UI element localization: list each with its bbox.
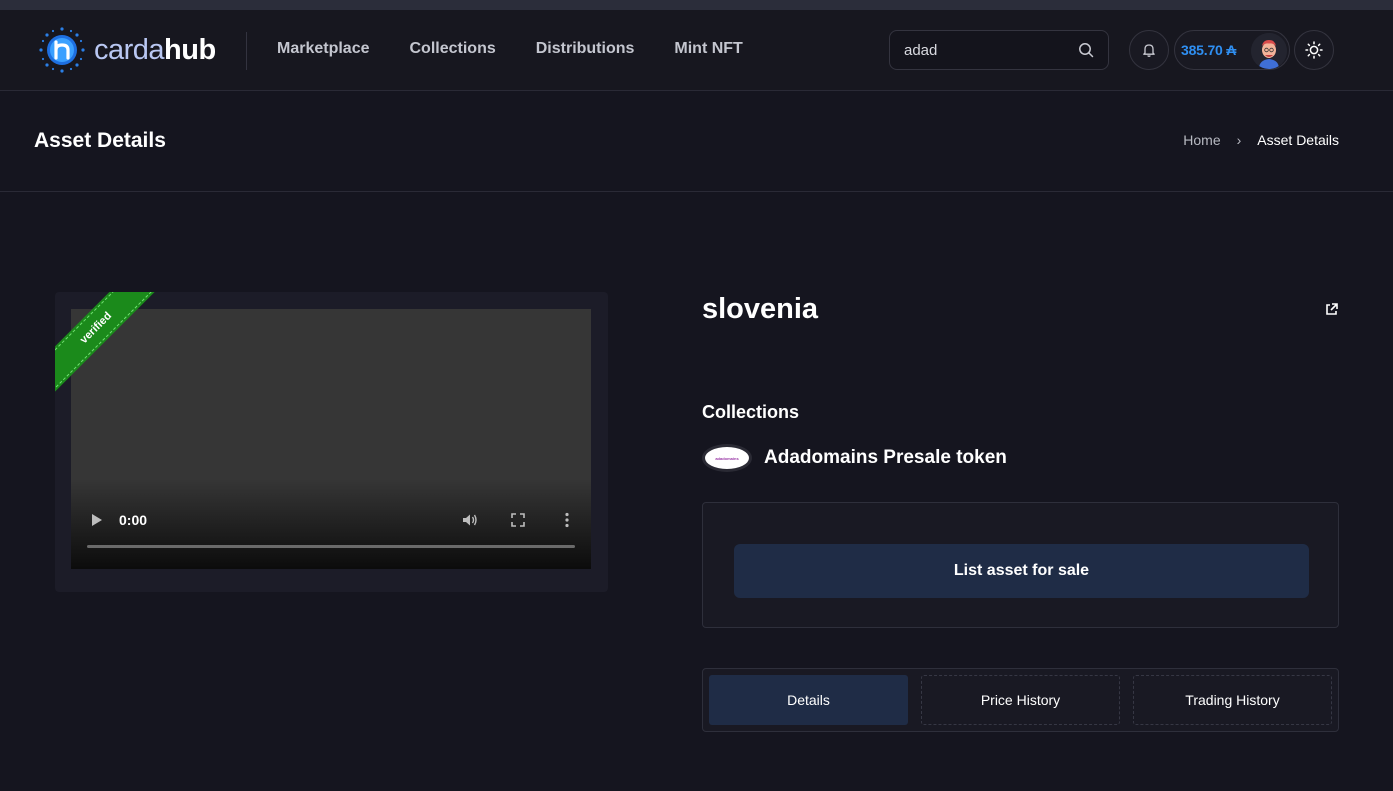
logo-text-light: carda <box>94 34 165 66</box>
wallet-button[interactable]: 385.70 ₳ <box>1174 30 1290 70</box>
more-options-icon[interactable] <box>558 511 576 529</box>
window-top-strip <box>0 0 1393 10</box>
collection-name: Adadomains Presale token <box>764 447 1007 468</box>
nav-distributions[interactable]: Distributions <box>536 38 635 60</box>
theme-toggle-button[interactable] <box>1294 30 1334 70</box>
search-input[interactable] <box>904 41 1078 59</box>
verified-ribbon: verified <box>55 292 155 392</box>
nav-marketplace[interactable]: Marketplace <box>277 38 370 60</box>
volume-icon[interactable] <box>461 511 479 529</box>
wallet-balance: 385.70 ₳ <box>1181 42 1237 58</box>
bell-icon <box>1143 44 1155 57</box>
search-box <box>889 30 1109 70</box>
list-asset-for-sale-button[interactable]: List asset for sale <box>734 544 1309 598</box>
collection-logo: adadomains <box>702 444 752 472</box>
collections-label: Collections <box>702 402 800 422</box>
external-link-icon[interactable] <box>1324 302 1339 317</box>
cardahub-logo-icon <box>39 27 85 73</box>
verified-ribbon-label: verified <box>77 309 115 347</box>
breadcrumb-home[interactable]: Home <box>1183 132 1220 148</box>
site-header: cardahub Marketplace Collections Distrib… <box>0 10 1393 91</box>
breadcrumb-separator-icon: › <box>1236 132 1242 148</box>
cardahub-logo-text: cardahub <box>94 26 216 74</box>
sun-icon <box>1305 41 1323 59</box>
breadcrumb-current: Asset Details <box>1257 132 1339 148</box>
asset-media-card: 0:00 verified <box>55 292 608 592</box>
avatar[interactable] <box>1251 33 1287 69</box>
notifications-button[interactable] <box>1129 30 1169 70</box>
tab-price-history[interactable]: Price History <box>921 675 1120 725</box>
video-progress-bar[interactable] <box>87 545 575 548</box>
nav-collections[interactable]: Collections <box>410 38 496 60</box>
cardahub-logo[interactable]: cardahub <box>38 26 238 74</box>
video-time: 0:00 <box>119 512 148 528</box>
page-title-bar: Asset Details Home › Asset Details <box>0 91 1393 192</box>
logo-text-bold: hub <box>164 34 216 66</box>
asset-tabs: Details Price History Trading History <box>702 668 1339 732</box>
asset-actions-panel: List asset for sale <box>702 502 1339 628</box>
tab-details[interactable]: Details <box>709 675 908 725</box>
header-divider <box>246 32 247 70</box>
user-avatar-icon <box>1251 33 1287 69</box>
page-title: Asset Details <box>34 129 166 152</box>
main-nav: Marketplace Collections Distributions Mi… <box>277 38 743 60</box>
play-icon[interactable] <box>87 511 105 529</box>
fullscreen-icon[interactable] <box>509 511 527 529</box>
nav-mint-nft[interactable]: Mint NFT <box>674 38 742 60</box>
asset-name: slovenia <box>702 293 819 325</box>
tab-trading-history[interactable]: Trading History <box>1133 675 1332 725</box>
collection-link[interactable]: adadomains Adadomains Presale token <box>702 444 1007 472</box>
breadcrumb: Home › Asset Details <box>1183 132 1339 148</box>
verified-ribbon-band: verified <box>55 292 155 391</box>
collection-logo-text: adadomains <box>715 455 739 461</box>
search-icon[interactable] <box>1078 42 1094 58</box>
